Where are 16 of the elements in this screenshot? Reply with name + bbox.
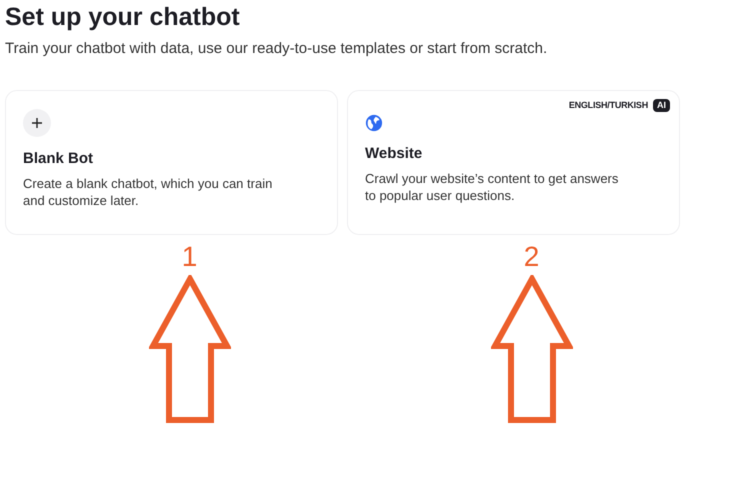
card-description: Crawl your website’s content to get answers to popular user questions.	[365, 170, 620, 204]
up-arrow-icon	[148, 275, 230, 425]
annotation-number: 2	[522, 241, 540, 273]
template-card[interactable]: ENGLISH/TURKISH AI Website Crawl your website’s content to get answers to popular user questions.	[347, 90, 680, 235]
card-title: Blank Bot	[23, 149, 94, 169]
template-card[interactable]: Blank Bot Create a blank chatbot, which you can train and customize later.	[5, 90, 338, 235]
globe-icon	[365, 114, 383, 132]
language-label: ENGLISH/TURKISH	[568, 99, 648, 112]
page-title: Set up your chatbot	[4, 2, 241, 33]
card-title: Website	[365, 144, 424, 164]
annotation-number: 1	[180, 241, 198, 273]
up-arrow-icon	[490, 275, 572, 425]
card-description: Create a blank chatbot, which you can train and customize later.	[23, 175, 274, 209]
plus-icon	[23, 109, 51, 137]
page-subtitle: Train your chatbot with data, use our ready-to-use templates or start from scratch.	[4, 39, 548, 59]
ai-tag: AI	[653, 99, 670, 112]
